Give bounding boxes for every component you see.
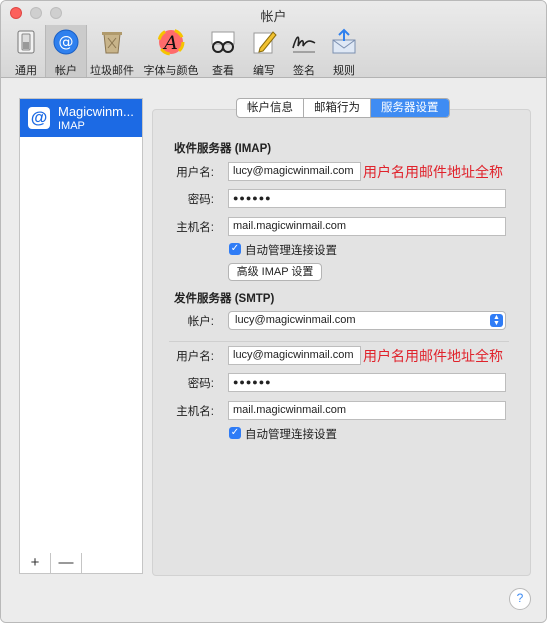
incoming-host-label: 主机名: — [176, 222, 214, 234]
switch-icon — [17, 30, 35, 54]
outgoing-account-value: lucy@magicwinmail.com — [235, 314, 356, 326]
tab-server-settings[interactable]: 服务器设置 — [371, 99, 449, 117]
trash-bin-icon — [102, 32, 122, 54]
outgoing-account-label: 帐户: — [187, 316, 214, 328]
outgoing-host-field[interactable]: mail.magicwinmail.com — [228, 401, 506, 420]
tab-account-info[interactable]: 帐户信息 — [237, 99, 304, 117]
glasses-icon — [211, 31, 235, 53]
at-sign-icon: @ — [53, 29, 79, 55]
account-row[interactable]: @ Magicwinm... IMAP — [20, 99, 142, 137]
account-list-footer: + — — [19, 553, 143, 574]
outgoing-password-label: 密码: — [187, 378, 214, 390]
account-type: IMAP — [58, 120, 85, 132]
outgoing-account-select[interactable]: lucy@magicwinmail.com ▲ ▼ — [228, 311, 506, 330]
account-name: Magicwinm... — [58, 104, 134, 119]
tab-bar: 帐户信息 邮箱行为 服务器设置 — [236, 98, 450, 118]
chevron-up-down-icon: ▲ ▼ — [490, 314, 503, 327]
outgoing-host-label: 主机名: — [176, 406, 214, 418]
svg-text:A: A — [162, 32, 178, 54]
help-button[interactable]: ? — [509, 588, 531, 610]
incoming-server-title: 收件服务器 (IMAP) — [174, 143, 272, 155]
incoming-password-label: 密码: — [187, 194, 214, 206]
incoming-username-note: 用户名用邮件地址全称 — [363, 164, 503, 180]
toolbar-item-junk[interactable]: 垃圾邮件 — [87, 25, 137, 77]
toolbar-item-signatures[interactable]: 签名 — [286, 25, 322, 77]
incoming-password-field[interactable]: ●●●●●● — [228, 189, 506, 208]
incoming-username-field[interactable]: lucy@magicwinmail.com — [228, 162, 361, 181]
content-area: @ Magicwinm... IMAP + — 帐户信息 邮箱行为 服务器设置 … — [1, 78, 546, 622]
outgoing-auto-manage-label: 自动管理连接设置 — [245, 429, 337, 441]
toolbar-item-fonts[interactable]: A 字体与颜色 — [140, 25, 202, 77]
section-divider — [169, 341, 509, 342]
preferences-window: 帐户 通用 @ 帐户 垃圾邮件 A 字体与颜色 查看 编写 签名 规则 @ Ma… — [0, 0, 547, 623]
svg-text:@: @ — [59, 33, 74, 51]
toolbar-item-composing[interactable]: 编写 — [246, 25, 282, 77]
pencil-icon — [253, 31, 277, 54]
toolbar-item-rules[interactable]: 规则 — [326, 25, 362, 77]
outgoing-server-title: 发件服务器 (SMTP) — [174, 293, 275, 305]
outgoing-username-note: 用户名用邮件地址全称 — [363, 348, 503, 364]
outgoing-username-field[interactable]: lucy@magicwinmail.com — [228, 346, 361, 365]
toolbar-item-accounts[interactable]: @ 帐户 — [45, 25, 87, 77]
tab-mailbox-behaviors[interactable]: 邮箱行为 — [304, 99, 371, 117]
outgoing-password-field[interactable]: ●●●●●● — [228, 373, 506, 392]
signature-icon — [292, 36, 316, 53]
add-account-button[interactable]: + — [20, 553, 51, 573]
incoming-auto-manage-checkbox[interactable]: ✓ — [229, 243, 241, 255]
advanced-imap-settings-button[interactable]: 高级 IMAP 设置 — [228, 263, 322, 281]
incoming-auto-manage-label: 自动管理连接设置 — [245, 245, 337, 257]
incoming-username-label: 用户名: — [176, 167, 214, 179]
outgoing-auto-manage-checkbox[interactable]: ✓ — [229, 427, 241, 439]
toolbar: 帐户 通用 @ 帐户 垃圾邮件 A 字体与颜色 查看 编写 签名 规则 — [1, 1, 546, 78]
font-icon: A — [157, 28, 185, 56]
envelope-icon — [332, 28, 356, 54]
remove-account-button[interactable]: — — [51, 553, 82, 573]
at-sign-icon: @ — [28, 107, 50, 129]
incoming-host-field[interactable]: mail.magicwinmail.com — [228, 217, 506, 236]
outgoing-username-label: 用户名: — [176, 351, 214, 363]
account-list: @ Magicwinm... IMAP — [19, 98, 143, 554]
window-title: 帐户 — [260, 9, 287, 24]
toolbar-item-viewing[interactable]: 查看 — [205, 25, 241, 77]
toolbar-item-general[interactable]: 通用 — [7, 25, 45, 77]
